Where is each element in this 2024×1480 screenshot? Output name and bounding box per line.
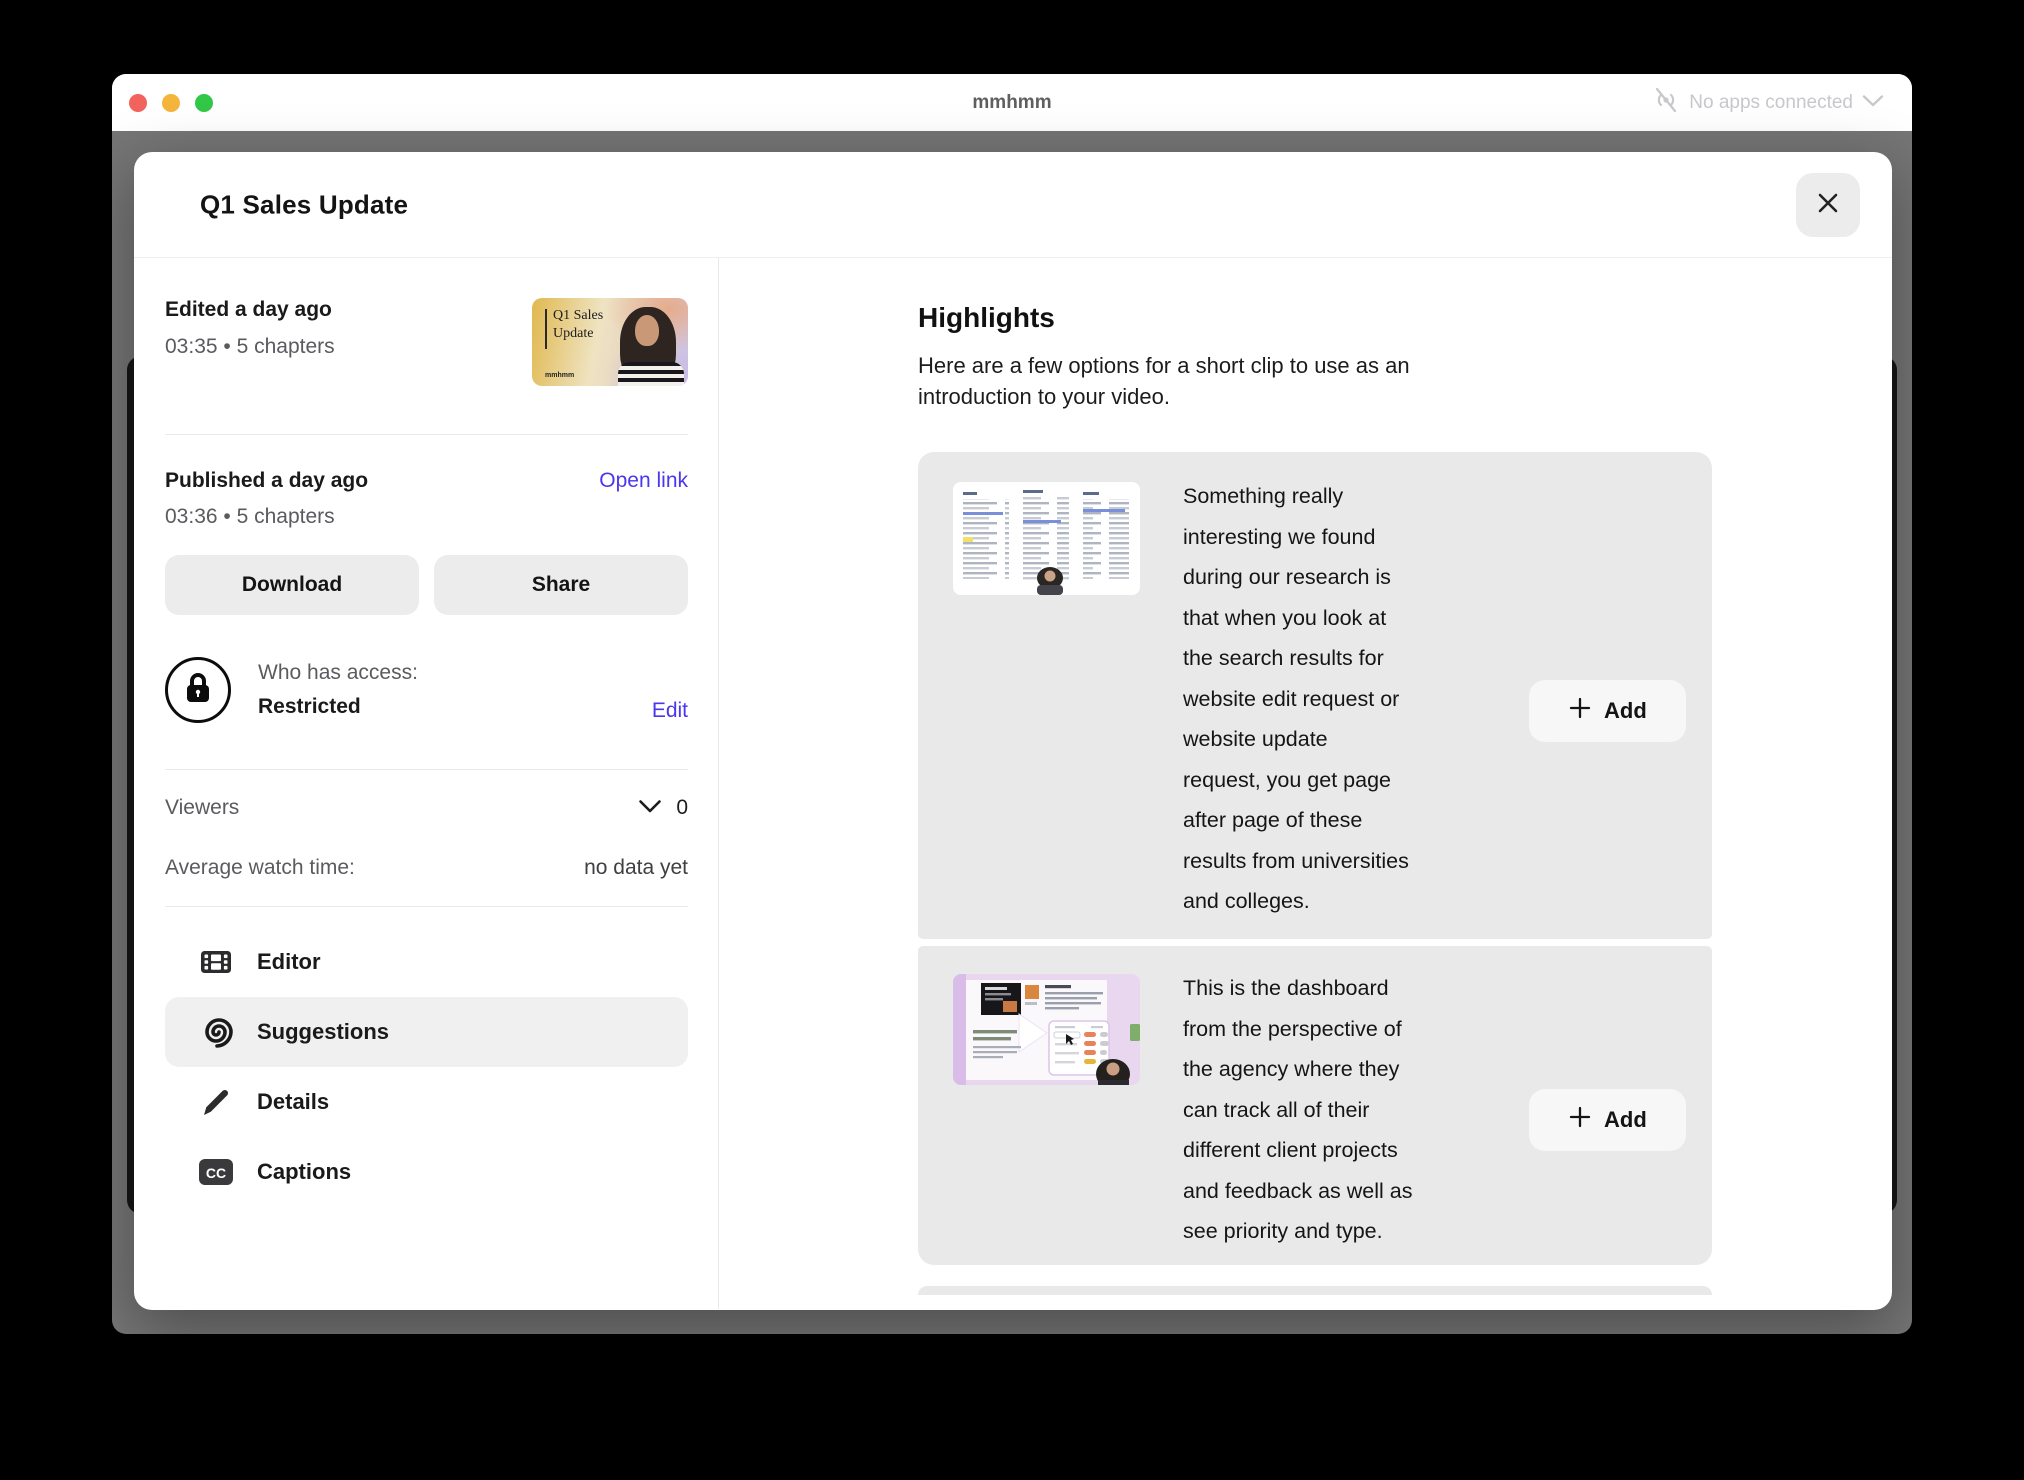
action-buttons-row: Download Share bbox=[165, 555, 688, 615]
highlights-panel: Highlights Here are a few options for a … bbox=[719, 258, 1892, 1309]
pencil-icon bbox=[198, 1085, 234, 1119]
close-modal-button[interactable] bbox=[1796, 173, 1860, 237]
add-button-label: Add bbox=[1604, 1107, 1647, 1133]
edit-access-link[interactable]: Edit bbox=[652, 699, 688, 723]
published-row: Published a day ago Open link bbox=[165, 469, 688, 493]
sidebar-item-editor[interactable]: Editor bbox=[165, 927, 688, 997]
plus-icon bbox=[1568, 1105, 1592, 1135]
clip-thumbnail-search-results[interactable] bbox=[953, 482, 1140, 595]
viewers-count-group: 0 bbox=[638, 796, 688, 820]
svg-text:CC: CC bbox=[206, 1165, 226, 1181]
edited-row: Edited a day ago 03:35 • 5 chapters Q1 S… bbox=[165, 298, 688, 386]
thumbnail-accent-bar bbox=[545, 309, 547, 349]
edited-meta: 03:35 • 5 chapters bbox=[165, 335, 335, 359]
sidebar-item-captions[interactable]: CC Captions bbox=[165, 1137, 688, 1207]
clip-thumbnail-dashboard[interactable] bbox=[953, 974, 1140, 1085]
suggestion-cards: Something really interesting we found du… bbox=[918, 452, 1712, 1295]
apps-connected-dropdown[interactable]: No apps connected bbox=[1652, 74, 1884, 131]
sidebar-item-suggestions[interactable]: Suggestions bbox=[165, 997, 688, 1067]
film-icon bbox=[198, 945, 234, 979]
highlights-intro: Here are a few options for a short clip … bbox=[918, 350, 1892, 412]
viewers-count: 0 bbox=[676, 796, 688, 820]
spiral-icon bbox=[198, 1014, 234, 1050]
sidebar-item-label: Suggestions bbox=[257, 1019, 389, 1045]
share-button[interactable]: Share bbox=[434, 555, 688, 615]
apps-connected-label: No apps connected bbox=[1689, 92, 1853, 114]
published-label: Published a day ago bbox=[165, 469, 368, 493]
titlebar: mmhmm No apps connected bbox=[112, 74, 1912, 131]
lock-circle bbox=[165, 657, 231, 723]
add-button-label: Add bbox=[1604, 698, 1647, 724]
plus-icon bbox=[1568, 696, 1592, 726]
add-clip-button[interactable]: Add bbox=[1529, 1089, 1686, 1151]
suggestion-card: This is the dashboard from the perspecti… bbox=[918, 946, 1712, 1265]
access-label: Who has access: bbox=[258, 661, 418, 685]
broadcast-off-icon bbox=[1652, 87, 1680, 119]
divider bbox=[165, 769, 688, 770]
app-window: mmhmm No apps connected Q1 Sales Update bbox=[112, 74, 1912, 1334]
modal-body: Edited a day ago 03:35 • 5 chapters Q1 S… bbox=[134, 258, 1892, 1309]
access-info: Who has access: Restricted bbox=[165, 657, 418, 723]
chevron-down-icon bbox=[1862, 92, 1884, 114]
cc-icon: CC bbox=[198, 1157, 234, 1187]
thumbnail-title: Q1 Sales Update bbox=[553, 307, 603, 343]
video-thumbnail[interactable]: Q1 Sales Update mmhmm bbox=[532, 298, 688, 386]
access-row: Who has access: Restricted Edit bbox=[165, 657, 688, 723]
edited-label: Edited a day ago bbox=[165, 298, 335, 322]
published-meta: 03:36 • 5 chapters bbox=[165, 505, 688, 529]
suggestion-card: Something really interesting we found du… bbox=[918, 452, 1712, 939]
lock-icon bbox=[182, 670, 214, 711]
watch-time-row: Average watch time: no data yet bbox=[165, 856, 688, 880]
open-link[interactable]: Open link bbox=[599, 469, 688, 493]
close-icon bbox=[1813, 188, 1843, 223]
access-text: Who has access: Restricted bbox=[258, 661, 418, 719]
sidebar-item-label: Details bbox=[257, 1089, 329, 1115]
chevron-down-icon[interactable] bbox=[638, 796, 662, 820]
window-title: mmhmm bbox=[112, 92, 1912, 114]
viewers-row[interactable]: Viewers 0 bbox=[165, 796, 688, 820]
sidebar-item-details[interactable]: Details bbox=[165, 1067, 688, 1137]
presenter-shirt bbox=[618, 362, 684, 386]
divider bbox=[165, 434, 688, 435]
video-details-modal: Q1 Sales Update Edited a day ago 03:35 •… bbox=[134, 152, 1892, 1310]
watch-time-value: no data yet bbox=[584, 856, 688, 880]
thumbnail-brand-logo: mmhmm bbox=[545, 372, 574, 379]
video-info-sidebar: Edited a day ago 03:35 • 5 chapters Q1 S… bbox=[134, 258, 719, 1309]
suggestion-text: This is the dashboard from the perspecti… bbox=[1183, 968, 1529, 1252]
highlights-heading: Highlights bbox=[918, 302, 1892, 334]
suggestion-text: Something really interesting we found du… bbox=[1183, 476, 1529, 922]
viewers-label: Viewers bbox=[165, 796, 239, 820]
sidebar-item-label: Captions bbox=[257, 1159, 351, 1185]
watch-time-label: Average watch time: bbox=[165, 856, 355, 880]
divider bbox=[165, 906, 688, 907]
access-value: Restricted bbox=[258, 695, 418, 719]
sidebar-item-label: Editor bbox=[257, 949, 321, 975]
add-clip-button[interactable]: Add bbox=[1529, 680, 1686, 742]
edited-block: Edited a day ago 03:35 • 5 chapters bbox=[165, 298, 335, 359]
presenter-face bbox=[635, 315, 659, 346]
suggestion-card-peek bbox=[918, 1286, 1712, 1295]
modal-header: Q1 Sales Update bbox=[134, 152, 1892, 258]
modal-title: Q1 Sales Update bbox=[200, 189, 408, 220]
sidebar-nav: Editor Suggestions bbox=[165, 927, 688, 1207]
download-button[interactable]: Download bbox=[165, 555, 419, 615]
